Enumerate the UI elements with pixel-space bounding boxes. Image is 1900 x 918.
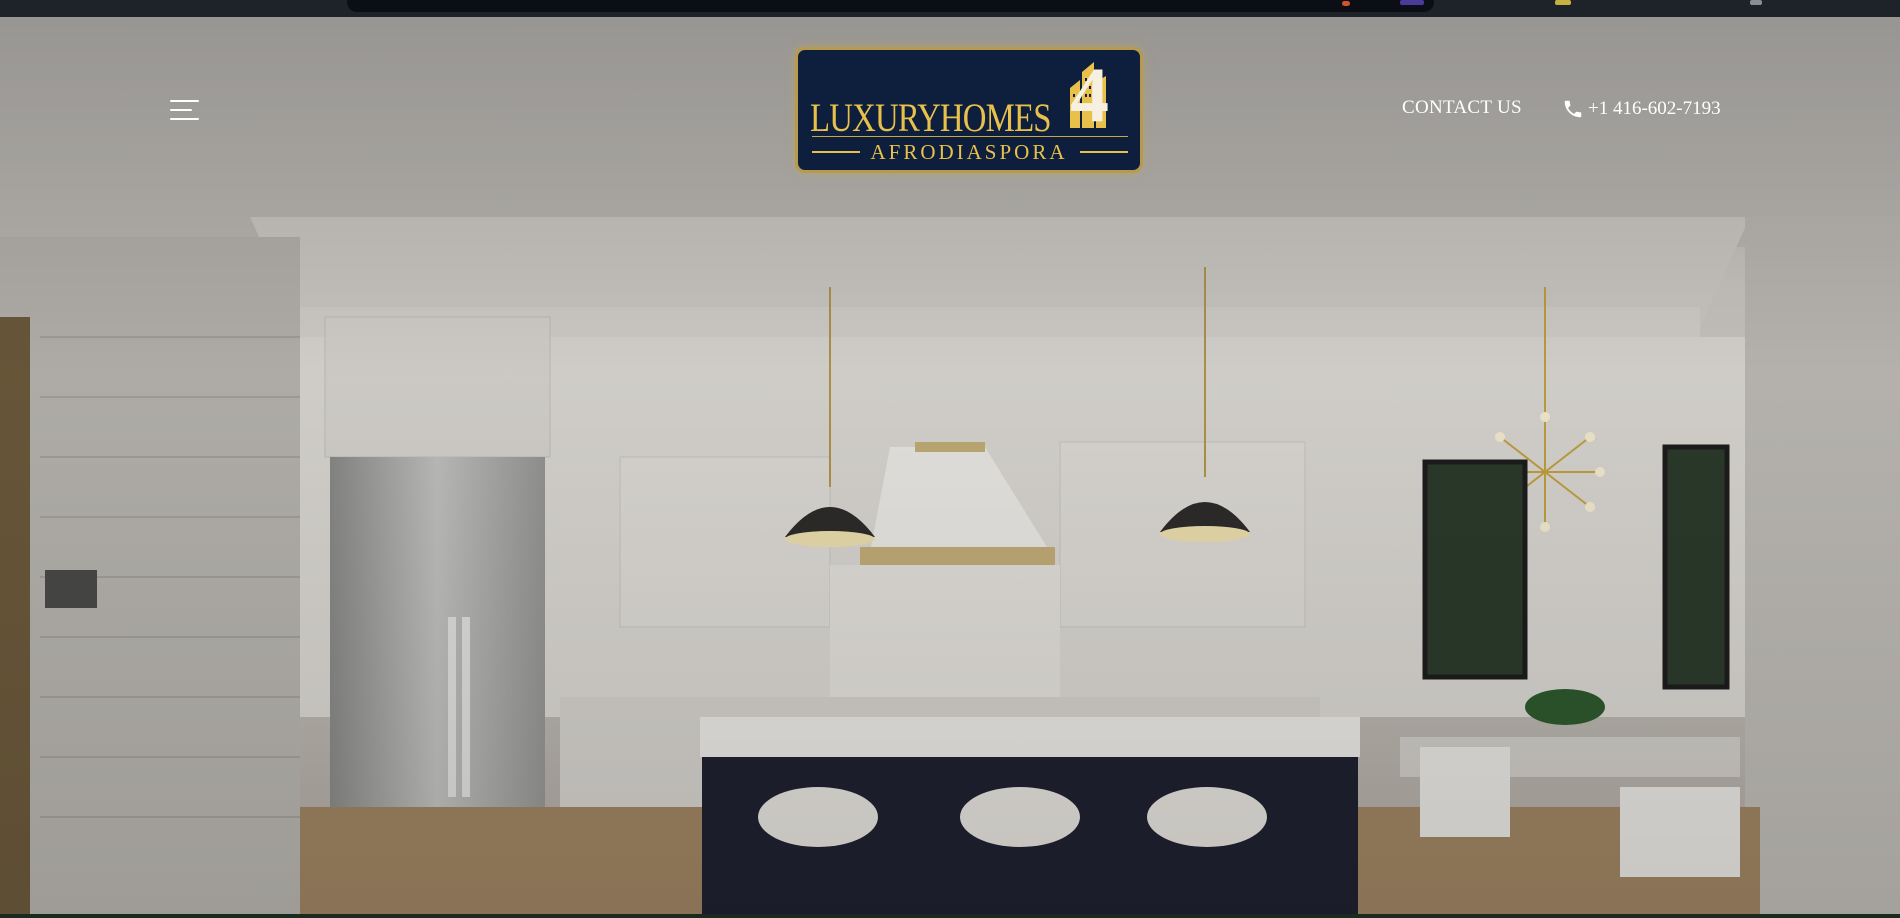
extension-icon[interactable] <box>1400 0 1424 5</box>
address-bar[interactable] <box>347 0 1434 12</box>
menu-line <box>170 100 199 102</box>
logo-divider <box>812 136 1128 137</box>
site-logo[interactable]: LUXURYHOMES 4 AFRODIASPORA <box>795 47 1143 173</box>
menu-line <box>170 109 192 111</box>
extension-icon[interactable] <box>1750 0 1762 5</box>
contact-us-link[interactable]: CONTACT US <box>1402 97 1522 119</box>
menu-line <box>170 118 199 120</box>
hamburger-menu-icon[interactable] <box>170 98 200 122</box>
phone-icon <box>1564 100 1582 118</box>
phone-number: +1 416-602-7193 <box>1588 98 1721 119</box>
extension-icon[interactable] <box>1342 1 1350 6</box>
phone-link[interactable]: +1 416-602-7193 <box>1562 97 1721 121</box>
browser-chrome-strip <box>0 0 1900 17</box>
extension-icon[interactable] <box>1555 0 1571 5</box>
bottom-edge-strip <box>0 914 1900 918</box>
logo-main-text: LUXURYHOMES <box>810 95 1051 140</box>
logo-subtitle: AFRODIASPORA <box>870 140 1068 164</box>
logo-number: 4 <box>1070 51 1109 138</box>
